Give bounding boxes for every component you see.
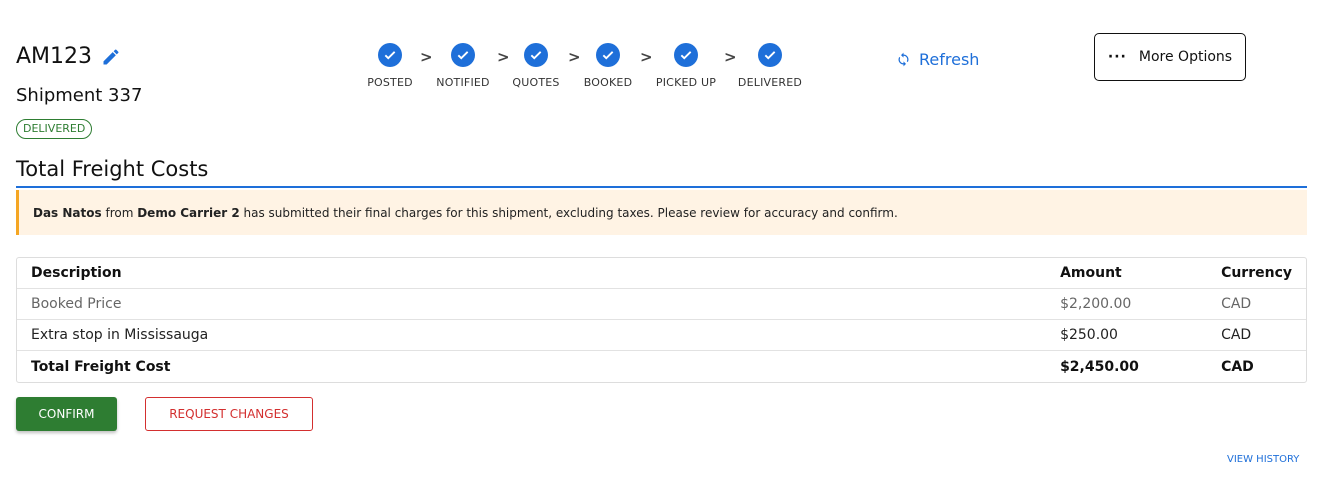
row-currency: CAD xyxy=(1207,289,1306,320)
shipment-code: AM123 xyxy=(16,44,121,69)
step-posted: POSTED xyxy=(350,43,430,89)
step-label: PICKED UP xyxy=(655,76,717,89)
check-icon xyxy=(451,43,475,67)
check-icon xyxy=(758,43,782,67)
pencil-icon[interactable] xyxy=(101,47,121,67)
notice-message: has submitted their final charges for th… xyxy=(239,205,898,220)
row-description: Extra stop in Mississauga xyxy=(17,320,1047,351)
refresh-button[interactable]: Refresh xyxy=(896,50,979,69)
request-changes-button[interactable]: REQUEST CHANGES xyxy=(145,397,313,431)
step-label: QUOTES xyxy=(512,76,560,89)
row-currency: CAD xyxy=(1207,320,1306,351)
step-label: BOOKED xyxy=(583,76,633,89)
refresh-icon xyxy=(898,52,909,67)
step-delivered: DELIVERED xyxy=(730,43,810,89)
refresh-label: Refresh xyxy=(919,50,980,69)
header-description: Description xyxy=(17,258,1047,289)
table-row: Booked Price $2,200.00 CAD xyxy=(17,289,1306,320)
confirm-button[interactable]: CONFIRM xyxy=(16,397,117,431)
more-options-label: More Options xyxy=(1138,49,1233,65)
notice-from: from xyxy=(101,205,138,220)
step-label: NOTIFIED xyxy=(436,76,490,89)
more-options-button[interactable]: ··· More Options xyxy=(1094,33,1246,81)
shipment-name: Shipment 337 xyxy=(16,85,143,106)
total-amount: $2,450.00 xyxy=(1060,358,1139,375)
check-icon xyxy=(524,43,548,67)
step-label: POSTED xyxy=(367,76,413,89)
table-header-row: Description Amount Currency xyxy=(17,258,1306,289)
section-title: Total Freight Costs xyxy=(16,157,209,181)
view-history-link[interactable]: VIEW HISTORY xyxy=(1227,454,1299,465)
check-icon xyxy=(378,43,402,67)
header-currency: Currency xyxy=(1207,258,1306,289)
step-booked: BOOKED xyxy=(568,43,648,89)
notice-carrier: Demo Carrier 2 xyxy=(137,205,240,220)
total-description: Total Freight Cost xyxy=(31,358,171,375)
row-amount: $250.00 xyxy=(1046,320,1208,351)
row-amount: $2,200.00 xyxy=(1046,289,1208,320)
row-description: Booked Price xyxy=(17,289,1047,320)
total-row: Total Freight Cost $2,450.00 CAD xyxy=(17,351,1306,382)
check-icon xyxy=(596,43,620,67)
more-dots-icon: ··· xyxy=(1107,49,1127,65)
table-row: Extra stop in Mississauga $250.00 CAD xyxy=(17,320,1306,351)
status-badge: DELIVERED xyxy=(16,119,93,139)
total-currency: CAD xyxy=(1221,358,1254,375)
step-notified: NOTIFIED xyxy=(423,43,503,89)
header-amount: Amount xyxy=(1046,258,1208,289)
step-picked-up: PICKED UP xyxy=(646,43,726,89)
review-notice: Das Natos from Demo Carrier 2 has submit… xyxy=(16,190,1307,235)
section-divider xyxy=(16,186,1307,188)
shipment-code-text: AM123 xyxy=(16,44,93,69)
check-icon xyxy=(674,43,698,67)
freight-cost-table: Description Amount Currency Booked Price… xyxy=(16,257,1307,383)
step-quotes: QUOTES xyxy=(496,43,576,89)
notice-person: Das Natos xyxy=(33,205,102,220)
step-label: DELIVERED xyxy=(737,76,803,89)
